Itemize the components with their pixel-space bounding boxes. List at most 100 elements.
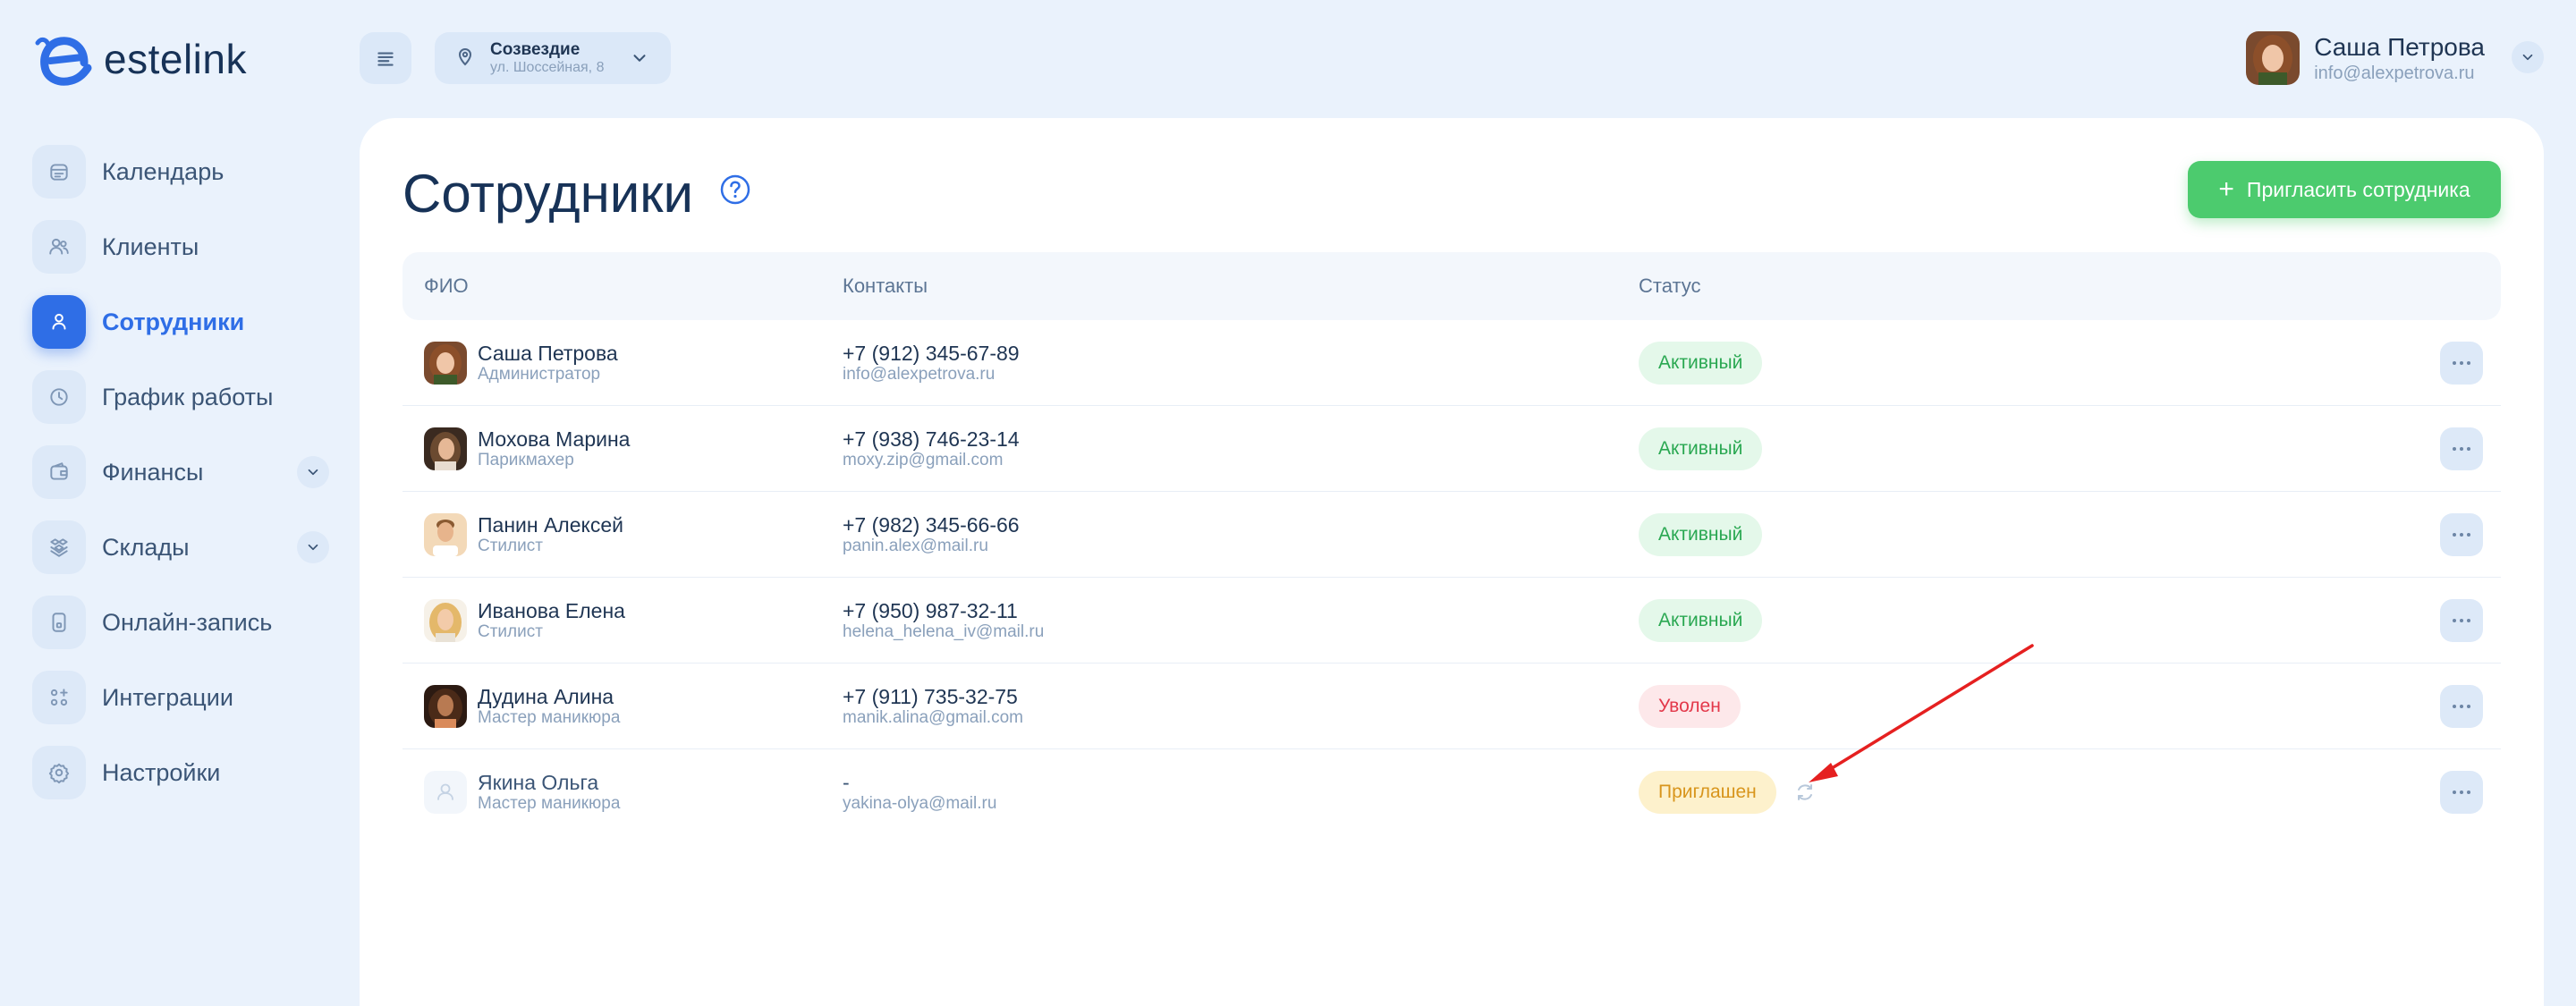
sidebar-item-label: График работы: [102, 383, 274, 410]
sidebar-item-label: Онлайн-запись: [102, 608, 273, 636]
sidebar-item-schedule[interactable]: График работы: [32, 359, 329, 435]
user-icon: [32, 295, 86, 349]
sidebar-item-integrations[interactable]: Интеграции: [32, 660, 329, 735]
sidebar-item-label: Интеграции: [102, 683, 233, 711]
employee-name: Саша Петрова: [478, 341, 618, 365]
location-selector[interactable]: Созвездие ул. Шоссейная, 8: [435, 32, 671, 84]
sidebar: Календарь Клиенты Сотрудники График рабо…: [32, 134, 329, 810]
sidebar-item-settings[interactable]: Настройки: [32, 735, 329, 810]
more-dots-icon: [2453, 447, 2470, 451]
sidebar-item-label: Настройки: [102, 758, 221, 786]
more-actions-button[interactable]: [2440, 427, 2483, 470]
status-badge: Приглашен: [1639, 771, 1776, 814]
more-actions-button[interactable]: [2440, 599, 2483, 642]
employee-role: Мастер маникюра: [478, 708, 621, 728]
more-actions-button[interactable]: [2440, 771, 2483, 814]
clients-icon: [32, 220, 86, 274]
clock-icon: [32, 370, 86, 424]
more-dots-icon: [2453, 790, 2470, 794]
sidebar-item-online-booking[interactable]: Онлайн-запись: [32, 585, 329, 660]
employee-email: helena_helena_iv@mail.ru: [843, 622, 1045, 642]
chevron-down-icon[interactable]: [2512, 41, 2544, 73]
avatar: [424, 599, 467, 642]
table-row[interactable]: Дудина Алина Мастер маникюра +7 (911) 73…: [402, 664, 2501, 749]
logo-mark-icon: [35, 37, 92, 86]
sidebar-item-label: Сотрудники: [102, 308, 245, 335]
table-row[interactable]: Саша Петрова Администратор +7 (912) 345-…: [402, 320, 2501, 406]
employee-name: Дудина Алина: [478, 684, 614, 708]
avatar: [424, 342, 467, 385]
employee-name: Якина Ольга: [478, 770, 599, 794]
table-row[interactable]: Иванова Елена Стилист +7 (950) 987-32-11…: [402, 578, 2501, 664]
avatar-placeholder-icon: [424, 771, 467, 814]
employee-name: Иванова Елена: [478, 598, 625, 622]
chevron-down-icon: [630, 48, 649, 72]
employee-role: Мастер маникюра: [478, 794, 621, 814]
sidebar-item-employees[interactable]: Сотрудники: [32, 284, 329, 359]
help-icon[interactable]: [719, 173, 751, 206]
avatar: [424, 685, 467, 728]
employee-email: moxy.zip@gmail.com: [843, 451, 1004, 470]
sidebar-item-calendar[interactable]: Календарь: [32, 134, 329, 209]
employee-email: manik.alina@gmail.com: [843, 708, 1023, 728]
avatar: [424, 513, 467, 556]
more-dots-icon: [2453, 533, 2470, 537]
employee-phone: +7 (938) 746-23-14: [843, 427, 1020, 451]
sidebar-item-warehouses[interactable]: Склады: [32, 510, 329, 585]
sidebar-item-label: Календарь: [102, 157, 225, 185]
status-badge: Уволен: [1639, 685, 1741, 728]
location-name: Созвездие: [490, 39, 580, 59]
avatar: [424, 427, 467, 470]
user-email: info@alexpetrova.ru: [2314, 63, 2475, 83]
menu-icon: [377, 52, 394, 66]
more-actions-button[interactable]: [2440, 342, 2483, 385]
more-dots-icon: [2453, 361, 2470, 365]
employee-email: yakina-olya@mail.ru: [843, 794, 997, 814]
page-title: Сотрудники: [402, 164, 693, 224]
logo[interactable]: estelink: [32, 30, 247, 88]
menu-toggle-button[interactable]: [360, 32, 411, 84]
invite-employee-button[interactable]: + Пригласить сотрудника: [2188, 161, 2501, 218]
phone-icon: [32, 596, 86, 649]
more-dots-icon: [2453, 619, 2470, 622]
more-dots-icon: [2453, 705, 2470, 708]
status-badge: Активный: [1639, 599, 1763, 642]
wallet-icon: [32, 445, 86, 499]
user-profile[interactable]: Саша Петрова info@alexpetrova.ru: [2246, 30, 2485, 86]
more-actions-button[interactable]: [2440, 685, 2483, 728]
table-row[interactable]: Мохова Марина Парикмахер +7 (938) 746-23…: [402, 406, 2501, 492]
boxes-icon: [32, 520, 86, 574]
location-address: ул. Шоссейная, 8: [490, 59, 605, 75]
employee-role: Администратор: [478, 365, 601, 385]
table-row[interactable]: Якина Ольга Мастер маникюра - yakina-oly…: [402, 749, 2501, 835]
employee-phone: +7 (911) 735-32-75: [843, 684, 1018, 708]
integrations-icon: [32, 671, 86, 724]
sidebar-item-label: Финансы: [102, 458, 204, 486]
employees-table: ФИО Контакты Статус Саша Петрова Админис…: [402, 252, 2501, 835]
logo-text: estelink: [104, 36, 247, 82]
more-actions-button[interactable]: [2440, 513, 2483, 556]
employee-phone: -: [843, 770, 850, 794]
location-pin-icon: [454, 46, 476, 72]
sidebar-item-label: Склады: [102, 533, 190, 561]
sidebar-item-clients[interactable]: Клиенты: [32, 209, 329, 284]
sidebar-item-finance[interactable]: Финансы: [32, 435, 329, 510]
column-header-status[interactable]: Статус: [1639, 252, 1701, 320]
table-row[interactable]: Панин Алексей Стилист +7 (982) 345-66-66…: [402, 492, 2501, 578]
resend-invite-icon[interactable]: [1794, 782, 1816, 803]
column-header-contacts[interactable]: Контакты: [843, 252, 928, 320]
employee-phone: +7 (912) 345-67-89: [843, 341, 1020, 365]
employee-role: Стилист: [478, 622, 543, 642]
employee-phone: +7 (950) 987-32-11: [843, 598, 1018, 622]
chevron-down-icon[interactable]: [297, 531, 329, 563]
employee-name: Панин Алексей: [478, 512, 623, 537]
status-badge: Активный: [1639, 427, 1763, 470]
column-header-name[interactable]: ФИО: [424, 252, 469, 320]
calendar-icon: [32, 145, 86, 199]
sidebar-item-label: Клиенты: [102, 232, 199, 260]
chevron-down-icon[interactable]: [297, 456, 329, 488]
status-badge: Активный: [1639, 513, 1763, 556]
main-panel: Сотрудники + Пригласить сотрудника ФИО К…: [360, 118, 2544, 1006]
gear-icon: [32, 746, 86, 799]
employee-name: Мохова Марина: [478, 427, 631, 451]
